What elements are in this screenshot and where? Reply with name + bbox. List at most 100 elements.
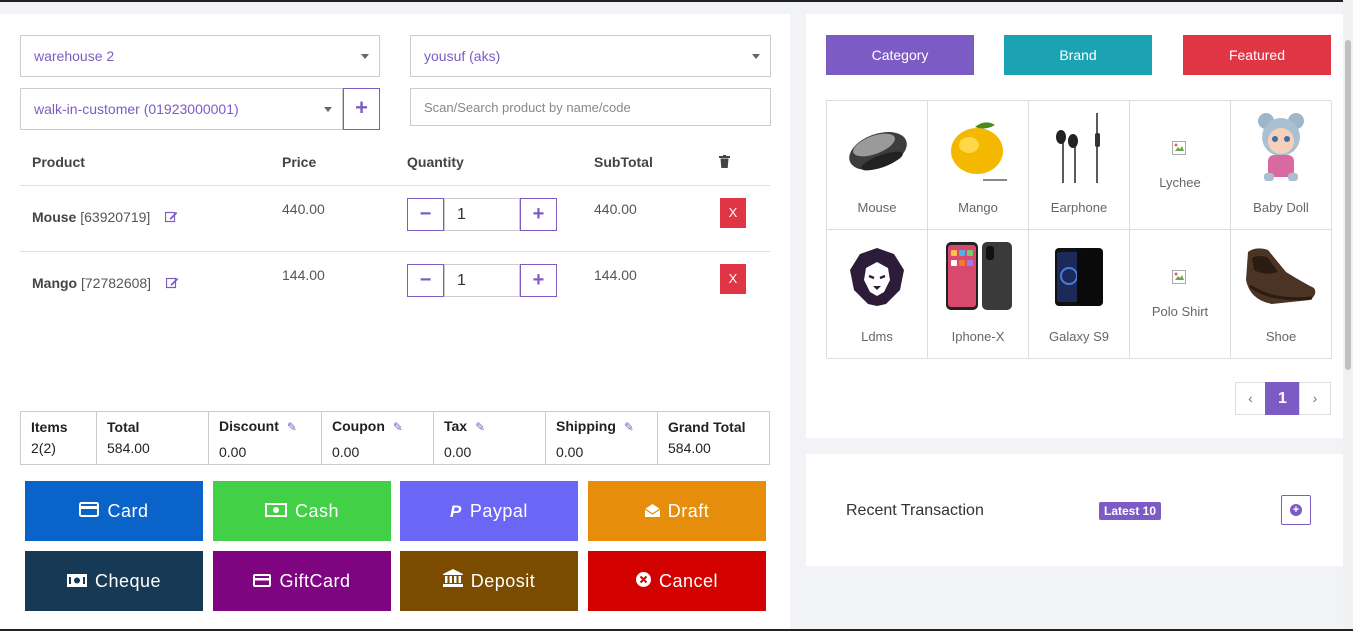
- product-name: Shoe: [1265, 329, 1297, 344]
- cancel-button[interactable]: Cancel: [588, 551, 766, 611]
- increase-qty-button[interactable]: +: [520, 264, 557, 297]
- scrollbar-thumb[interactable]: [1345, 40, 1351, 370]
- plus-icon: +: [532, 203, 545, 225]
- product-name: Earphone: [1050, 200, 1108, 215]
- pagination-page-1[interactable]: 1: [1265, 382, 1300, 415]
- credit-card-icon: [79, 482, 100, 542]
- grand-total-label: Grand Total: [668, 419, 746, 435]
- page-scrollbar[interactable]: [1343, 0, 1353, 631]
- row-price: 144.00: [282, 267, 325, 283]
- pagination-next-button[interactable]: ›: [1299, 382, 1331, 415]
- product-browser-panel: Category Brand Featured Mouse Mango Earp…: [806, 14, 1351, 438]
- edit-icon[interactable]: [165, 276, 180, 290]
- latest-badge: Latest 10: [1099, 502, 1162, 520]
- product-name: Ldms: [861, 329, 893, 344]
- product-tile-polo-shirt[interactable]: Polo Shirt: [1130, 230, 1231, 359]
- shoe-image: [1246, 248, 1316, 304]
- product-tile-lychee[interactable]: Lychee: [1130, 101, 1231, 230]
- customer-select-value: walk-in-customer (01923000001): [34, 101, 239, 117]
- edit-tax-icon[interactable]: ✎: [475, 420, 485, 434]
- warehouse-select[interactable]: warehouse 2: [20, 35, 380, 77]
- product-name: Galaxy S9: [1049, 329, 1109, 344]
- credit-card-icon: [253, 552, 272, 612]
- giftcard-label: GiftCard: [279, 571, 351, 591]
- cancel-label: Cancel: [658, 571, 719, 591]
- paypal-label: Paypal: [469, 501, 528, 521]
- order-summary: Items 2(2) Total 584.00 Discount ✎ 0.00 C…: [20, 411, 770, 465]
- cash-label: Cash: [294, 501, 340, 521]
- product-name: Mango: [958, 200, 998, 215]
- discount-label: Discount: [219, 418, 279, 434]
- tax-label: Tax: [444, 418, 468, 434]
- product-tile-mouse[interactable]: Mouse: [827, 101, 928, 230]
- lion-logo-image: [850, 248, 904, 306]
- cheque-button[interactable]: Cheque: [25, 551, 203, 611]
- cheque-label: Cheque: [94, 571, 162, 591]
- coupon-label: Coupon: [332, 418, 385, 434]
- column-header-product: Product: [32, 154, 85, 170]
- pos-cart-panel: warehouse 2 yousuf (aks) walk-in-custome…: [0, 14, 790, 631]
- product-name: Mango: [32, 275, 78, 291]
- edit-discount-icon[interactable]: ✎: [287, 420, 297, 434]
- biller-select-value: yousuf (aks): [424, 48, 501, 64]
- summary-tax: Tax ✎ 0.00: [434, 412, 546, 464]
- table-row-product-name: Mango [72782608]: [32, 275, 151, 291]
- chevron-down-icon: [361, 54, 369, 59]
- product-name: Baby Doll: [1253, 200, 1309, 215]
- giftcard-button[interactable]: GiftCard: [213, 551, 391, 611]
- product-tile-mango[interactable]: Mango: [928, 101, 1029, 230]
- mouse-image: [849, 132, 907, 171]
- items-value: 2(2): [31, 440, 56, 456]
- plus-icon: +: [532, 269, 545, 291]
- trash-icon[interactable]: [719, 155, 730, 173]
- biller-select[interactable]: yousuf (aks): [410, 35, 771, 77]
- edit-shipping-icon[interactable]: ✎: [624, 420, 634, 434]
- product-tile-earphone[interactable]: Earphone: [1029, 101, 1130, 230]
- delete-row-button[interactable]: X: [720, 198, 746, 228]
- delete-row-button[interactable]: X: [720, 264, 746, 294]
- broken-image-icon: [1172, 141, 1186, 155]
- quantity-input[interactable]: [444, 264, 520, 297]
- minus-icon: −: [419, 269, 432, 291]
- product-tile-ldms[interactable]: Ldms: [827, 230, 928, 359]
- quantity-input[interactable]: [444, 198, 520, 231]
- column-header-subtotal: SubTotal: [594, 154, 653, 170]
- close-circle-icon: [635, 552, 651, 612]
- paypal-button[interactable]: P Paypal: [400, 481, 578, 541]
- product-tile-iphone-x[interactable]: Iphone-X: [928, 230, 1029, 359]
- shipping-label: Shipping: [556, 418, 616, 434]
- draft-button[interactable]: Draft: [588, 481, 766, 541]
- recent-transaction-panel: Recent Transaction Latest 10 +: [806, 454, 1351, 566]
- brand-filter-button[interactable]: Brand: [1004, 35, 1152, 75]
- decrease-qty-button[interactable]: −: [407, 264, 444, 297]
- cash-button[interactable]: Cash: [213, 481, 391, 541]
- add-customer-button[interactable]: +: [343, 88, 380, 130]
- row-price: 440.00: [282, 201, 325, 217]
- deposit-label: Deposit: [470, 571, 536, 591]
- edit-coupon-icon[interactable]: ✎: [393, 420, 403, 434]
- summary-grand-total: Grand Total 584.00: [658, 412, 769, 464]
- total-label: Total: [107, 419, 140, 435]
- category-filter-button[interactable]: Category: [826, 35, 974, 75]
- summary-coupon: Coupon ✎ 0.00: [322, 412, 434, 464]
- summary-items: Items 2(2): [21, 412, 97, 464]
- summary-discount: Discount ✎ 0.00: [209, 412, 322, 464]
- product-name: Iphone-X: [951, 329, 1005, 344]
- product-tile-shoe[interactable]: Shoe: [1231, 230, 1332, 359]
- deposit-button[interactable]: Deposit: [400, 551, 578, 611]
- card-button[interactable]: Card: [25, 481, 203, 541]
- featured-filter-button[interactable]: Featured: [1183, 35, 1331, 75]
- product-search-input[interactable]: [410, 88, 771, 126]
- row-subtotal: 440.00: [594, 201, 637, 217]
- warehouse-select-value: warehouse 2: [34, 48, 115, 64]
- decrease-qty-button[interactable]: −: [407, 198, 444, 231]
- edit-icon[interactable]: [164, 210, 179, 224]
- recent-transaction-expand-button[interactable]: +: [1281, 495, 1311, 525]
- pagination-prev-button[interactable]: ‹: [1235, 382, 1266, 415]
- product-code: [72782608]: [81, 275, 152, 291]
- summary-shipping: Shipping ✎ 0.00: [546, 412, 658, 464]
- product-tile-baby-doll[interactable]: Baby Doll: [1231, 101, 1332, 230]
- increase-qty-button[interactable]: +: [520, 198, 557, 231]
- product-tile-galaxy-s9[interactable]: Galaxy S9: [1029, 230, 1130, 359]
- customer-select[interactable]: walk-in-customer (01923000001): [20, 88, 343, 130]
